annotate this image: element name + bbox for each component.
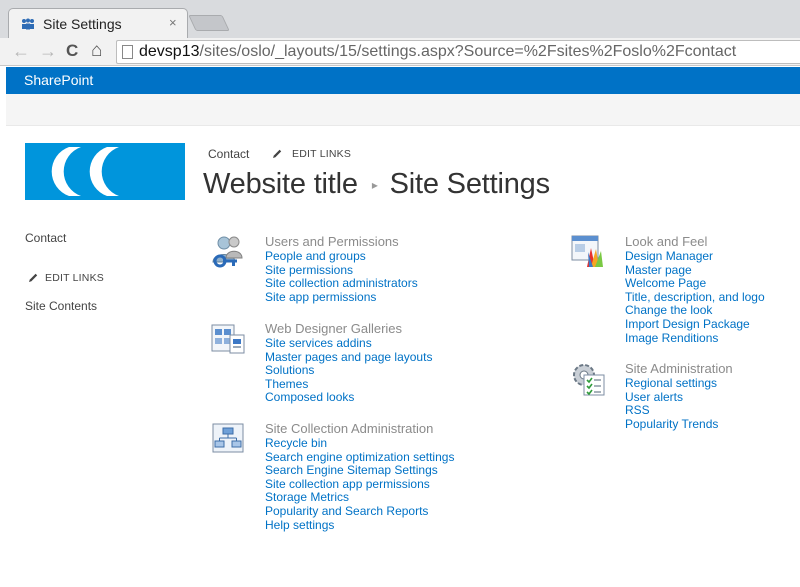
sharepoint-favicon-icon — [22, 18, 34, 30]
group-title: Look and Feel — [625, 234, 708, 249]
link-storage-metrics[interactable]: Storage Metrics — [265, 491, 454, 505]
link-rss[interactable]: RSS — [625, 404, 718, 418]
top-nav-contact-link[interactable]: Contact — [208, 147, 249, 161]
site-logo[interactable] — [25, 143, 185, 200]
left-nav-site-contents-link[interactable]: Site Contents — [25, 299, 97, 313]
page-heading: Website title ▸ Site Settings — [203, 168, 550, 201]
link-search-engine-optimization-settings[interactable]: Search engine optimization settings — [265, 450, 454, 465]
suite-bar: SharePoint — [6, 67, 800, 94]
group-links: Regional settings User alerts RSS Popula… — [625, 376, 718, 432]
group-links: People and groups Site permissions Site … — [265, 249, 418, 305]
link-welcome-page[interactable]: Welcome Page — [625, 277, 765, 291]
link-site-collection-app-permissions[interactable]: Site collection app permissions — [265, 477, 454, 492]
top-nav-edit-links[interactable]: EDIT LINKS — [292, 148, 351, 160]
site-collection-admin-icon — [212, 423, 244, 453]
link-site-permissions[interactable]: Site permissions — [265, 263, 418, 278]
forward-icon[interactable]: → — [39, 40, 57, 62]
group-title: Site Administration — [625, 361, 733, 376]
page-icon — [122, 45, 133, 59]
group-links: Site services addins Master pages and pa… — [265, 336, 432, 405]
top-navigation: Contact EDIT LINKS — [208, 146, 351, 161]
address-bar[interactable]: devsp13/sites/oslo/_layouts/15/settings.… — [116, 40, 800, 64]
breadcrumb-separator-icon: ▸ — [371, 178, 378, 193]
sharepoint-brand-link[interactable]: SharePoint — [24, 72, 93, 88]
look-and-feel-icon — [571, 235, 603, 267]
browser-toolbar: ← → C ⌂ devsp13/sites/oslo/_layouts/15/s… — [0, 38, 800, 66]
address-url: devsp13/sites/oslo/_layouts/15/settings.… — [139, 43, 736, 61]
link-people-and-groups[interactable]: People and groups — [265, 249, 418, 264]
ribbon-strip — [6, 94, 800, 126]
link-popularity-and-search-reports[interactable]: Popularity and Search Reports — [265, 504, 454, 519]
left-nav-edit-links-label: EDIT LINKS — [45, 272, 104, 284]
group-title: Site Collection Administration — [265, 421, 434, 436]
link-title-description-logo[interactable]: Title, description, and logo — [625, 290, 765, 305]
link-image-renditions[interactable]: Image Renditions — [625, 331, 765, 346]
link-themes[interactable]: Themes — [265, 377, 432, 392]
link-master-page[interactable]: Master page — [625, 263, 765, 278]
users-icon — [212, 236, 243, 268]
tab-close-icon[interactable]: × — [169, 15, 177, 30]
link-regional-settings[interactable]: Regional settings — [625, 376, 718, 391]
group-links: Design Manager Master page Welcome Page … — [625, 249, 765, 346]
pencil-icon — [29, 273, 38, 282]
url-path: /sites/oslo/_layouts/15/settings.aspx?So… — [199, 43, 737, 60]
site-administration-icon — [573, 364, 605, 396]
url-host: devsp13 — [139, 43, 200, 60]
left-nav-edit-links[interactable]: EDIT LINKS — [25, 270, 104, 284]
link-search-engine-sitemap-settings[interactable]: Search Engine Sitemap Settings — [265, 464, 454, 478]
link-user-alerts[interactable]: User alerts — [625, 390, 718, 405]
tab-title: Site Settings — [43, 16, 122, 32]
back-icon[interactable]: ← — [12, 40, 30, 62]
link-design-manager[interactable]: Design Manager — [625, 249, 765, 264]
browser-tabstrip: Site Settings × — [0, 0, 800, 39]
link-import-design-package[interactable]: Import Design Package — [625, 317, 765, 332]
link-composed-looks[interactable]: Composed looks — [265, 391, 432, 405]
site-logo-icon — [51, 147, 119, 196]
browser-tab-site-settings[interactable]: Site Settings × — [8, 8, 188, 38]
new-tab-button[interactable] — [188, 15, 230, 31]
link-site-app-permissions[interactable]: Site app permissions — [265, 290, 418, 305]
pencil-icon — [272, 149, 281, 158]
link-change-the-look[interactable]: Change the look — [625, 304, 765, 318]
link-recycle-bin[interactable]: Recycle bin — [265, 436, 454, 451]
link-help-settings[interactable]: Help settings — [265, 518, 454, 533]
web-designer-galleries-icon — [211, 324, 245, 354]
link-popularity-trends[interactable]: Popularity Trends — [625, 417, 718, 432]
link-site-collection-administrators[interactable]: Site collection administrators — [265, 277, 418, 291]
page-title: Site Settings — [389, 168, 550, 200]
reload-icon[interactable]: C — [66, 40, 78, 62]
site-title-link[interactable]: Website title — [203, 168, 358, 200]
group-links: Recycle bin Search engine optimization s… — [265, 436, 454, 533]
home-icon[interactable]: ⌂ — [91, 40, 102, 62]
link-site-services-addins[interactable]: Site services addins — [265, 336, 432, 351]
left-nav-contact-link[interactable]: Contact — [25, 231, 66, 245]
group-title: Users and Permissions — [265, 234, 399, 249]
link-master-pages-and-page-layouts[interactable]: Master pages and page layouts — [265, 350, 432, 365]
link-solutions[interactable]: Solutions — [265, 364, 432, 378]
group-title: Web Designer Galleries — [265, 321, 403, 336]
